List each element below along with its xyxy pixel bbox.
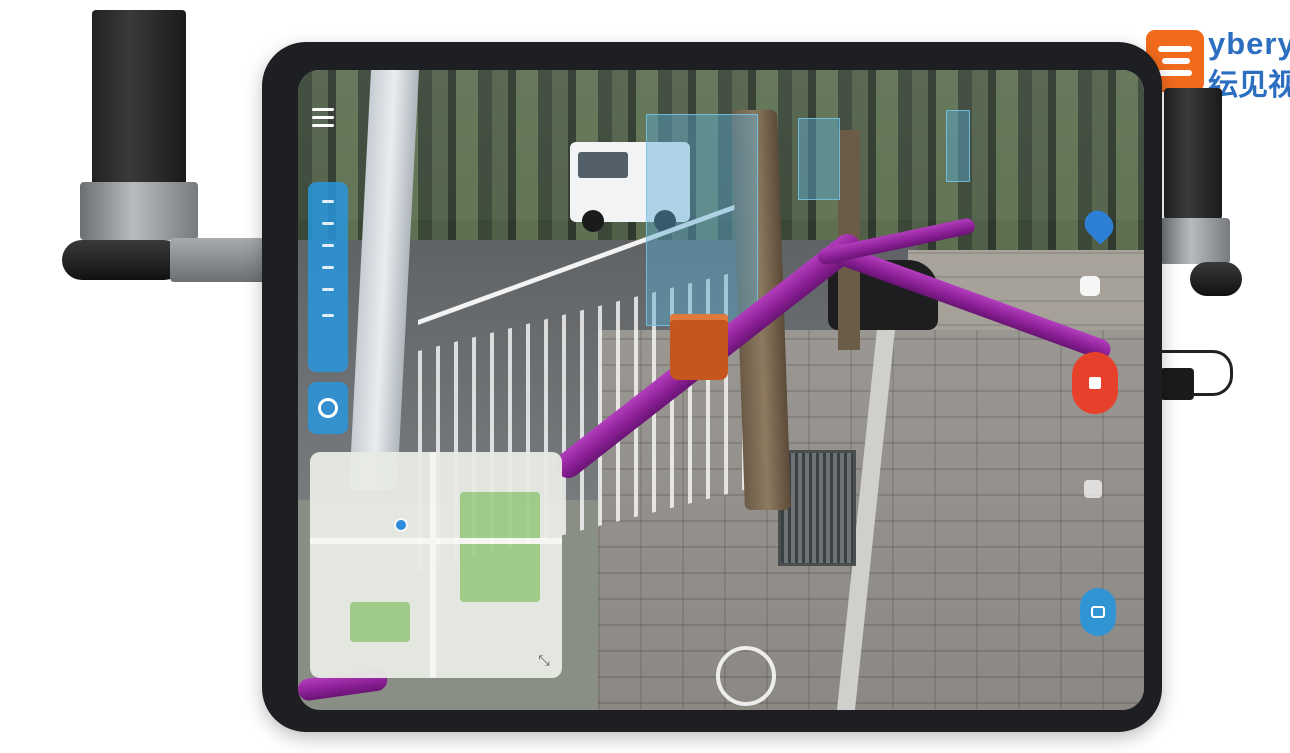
expand-icon[interactable]: ⤡ [536,652,552,668]
stop-icon [1089,377,1101,389]
layers-icon[interactable] [1084,480,1102,498]
mini-map[interactable]: ⤡ [310,452,562,678]
scene-drain-grate [778,450,856,566]
ar-valve-marker[interactable] [670,314,728,380]
left-mount-arm [170,238,268,282]
map-location-dot [394,518,408,532]
screenshot-button[interactable] [1080,588,1116,636]
left-handle-rod [92,10,186,190]
compass-icon[interactable] [716,646,776,706]
ar-structure-box [646,114,758,326]
map-road-2 [430,452,436,678]
layer-toolbar[interactable] [308,182,348,372]
menu-icon[interactable] [312,106,336,130]
right-handle-collar [1160,218,1230,264]
left-handle-knob [62,240,184,280]
ar-structure-box-2 [798,118,840,200]
ar-marker-post [946,110,970,182]
ar-camera-view[interactable]: ⤡ [298,70,1144,710]
usb-plug [1160,368,1194,400]
locate-icon [318,398,338,418]
right-handle-knob [1190,262,1242,296]
right-handle-rod [1164,88,1222,220]
map-park-area-2 [350,602,410,642]
record-stop-button[interactable] [1072,352,1118,414]
brand-name-latin: ybery [1208,28,1290,61]
left-handle-collar [80,182,198,240]
map-road [310,538,562,544]
locate-button[interactable] [308,382,348,434]
map-park-area [460,492,540,602]
camera-icon[interactable] [1080,276,1100,296]
tablet: ⤡ [262,42,1162,732]
capture-icon [1091,606,1105,618]
